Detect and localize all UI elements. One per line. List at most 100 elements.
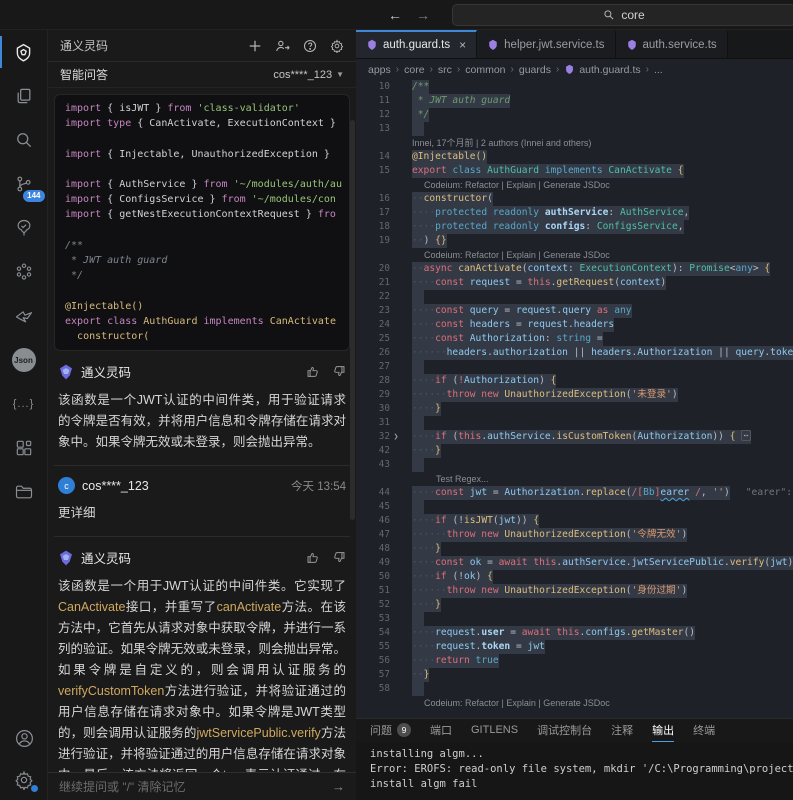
lingma-logo-icon [58,550,74,566]
tab-auth.guard.ts[interactable]: auth.guard.ts× [356,30,477,58]
codelens-row: Test Regex... [356,472,793,486]
code-line: 25····const Authorization: string = [356,332,793,346]
code-line: 51······throw new UnauthorizedException(… [356,584,793,598]
send-icon[interactable]: → [332,779,345,794]
breadcrumb-item-auth.guard.ts[interactable]: auth.guard.ts [564,64,640,76]
settings-badge-dot [31,785,38,792]
problems-count-badge: 9 [397,723,411,737]
thumbs-up-icon[interactable] [306,365,319,378]
thumbs-up-icon[interactable] [306,551,319,564]
code-line: 21····const request = this.getRequest(co… [356,276,793,290]
lingma-chat-panel: 通义灵码 智能问答 cos****_123▼ import { isJWT } … [48,30,356,800]
breadcrumb: apps›core›src›common›guards›auth.guard.t… [356,59,793,80]
activity-tree-check-icon[interactable] [0,206,48,250]
code-line: 23····const query = request.query as any [356,304,793,318]
account-icon[interactable] [0,716,48,760]
title-bar: ← → core [0,0,793,30]
code-line: 48····} [356,542,793,556]
code-line: 31 [356,416,793,430]
code-line: import { getNestExecutionContextRequest … [65,207,339,222]
panel-tab-端口[interactable]: 端口 [430,719,452,743]
panel-tab-注释[interactable]: 注释 [611,719,633,743]
breadcrumb-item-core[interactable]: core [404,64,424,76]
thumbs-down-icon[interactable] [333,551,346,564]
breadcrumb-item-apps[interactable]: apps [368,64,391,76]
activity-origami-icon[interactable] [0,294,48,338]
code-line: 16··constructor( [356,192,793,206]
panel-tab-调试控制台[interactable]: 调试控制台 [537,719,592,743]
panel-tab-GITLENS[interactable]: GITLENS [471,719,518,743]
code-line: 20··async canActivate(context: Execution… [356,262,793,276]
activity-explorer-icon[interactable] [0,74,48,118]
activity-json-icon[interactable]: Json [0,338,48,382]
code-line: 19··) {} [356,234,793,248]
command-search-box[interactable]: core [452,4,793,26]
chat-code-block: import { isJWT } from 'class-validator'i… [54,94,350,351]
share-profile-icon[interactable] [275,39,290,53]
activity-hex-dots-icon[interactable] [0,250,48,294]
code-line: 56····return true [356,654,793,668]
chat-message-list[interactable]: import { isJWT } from 'class-validator'i… [48,88,356,772]
code-line: 54····request.user = await this.configs.… [356,626,793,640]
code-line: constructor( [65,329,339,344]
chat-settings-gear-icon[interactable] [330,39,344,53]
typescript-file-icon [564,64,575,75]
fold-chevron-icon[interactable]: ❯ [390,430,402,444]
chat-scrollbar[interactable] [350,120,355,520]
code-line: 22 [356,290,793,304]
new-chat-icon[interactable] [248,39,262,53]
codelens-text[interactable]: Codeium: Refactor | Explain | Generate J… [412,248,610,262]
settings-gear-icon[interactable] [0,760,48,800]
code-line: 46····if (!isJWT(jwt)) { [356,514,793,528]
tab-auth.service.ts[interactable]: auth.service.ts [616,30,728,58]
code-line: import type { CanActivate, ExecutionCont… [65,116,339,131]
code-line: 43 [356,458,793,472]
codelens-row: Codeium: Refactor | Explain | Generate J… [356,178,793,192]
close-tab-icon[interactable]: × [459,38,466,52]
account-dropdown[interactable]: cos****_123▼ [273,69,344,81]
output-console[interactable]: installing algm...Error: EROFS: read-onl… [356,742,793,800]
typescript-file-icon [366,39,378,51]
code-line: 15export class AuthGuard implements CanA… [356,164,793,178]
assistant-message-text: 该函数是一个用于JWT认证的中间件类。它实现了CanActivate接口，并重写… [58,576,346,772]
code-line: 49····const ok = await this.authService.… [356,556,793,570]
code-line: 55····request.token = jwt [356,640,793,654]
thumbs-down-icon[interactable] [333,365,346,378]
panel-tab-终端[interactable]: 终端 [693,719,715,743]
message-timestamp: 今天 13:54 [291,478,346,494]
code-line: 24····const headers = request.headers [356,318,793,332]
code-line: * JWT auth guard [65,253,339,268]
panel-tab-输出[interactable]: 输出 [652,719,674,743]
nav-back-icon[interactable]: ← [388,7,402,23]
breadcrumb-item-common[interactable]: common [465,64,505,76]
code-line: 13 [356,122,793,136]
typescript-file-icon [487,39,499,51]
code-line [65,162,339,177]
user-name: cos****_123 [82,479,149,493]
code-line: import { AuthService } from '~/modules/a… [65,177,339,192]
code-line: 53 [356,612,793,626]
nav-forward-icon[interactable]: → [416,7,430,23]
breadcrumb-item-guards[interactable]: guards [519,64,551,76]
breadcrumb-item-src[interactable]: src [438,64,452,76]
codelens-text[interactable]: Test Regex... [412,472,489,486]
codelens-text[interactable]: Innei, 17个月前 | 2 authors (Innei and othe… [412,136,591,150]
help-icon[interactable] [303,39,317,53]
code-line: 57··} [356,668,793,682]
code-line: 44····const jwt = Authorization.replace(… [356,486,793,500]
panel-tab-问题[interactable]: 问题9 [370,719,411,743]
activity-search-icon[interactable] [0,118,48,162]
activity-braces-icon[interactable]: {...} [0,382,48,426]
codelens-text[interactable]: Codeium: Refactor | Explain | Generate J… [412,696,610,710]
activity-folder-icon[interactable] [0,470,48,514]
tab-helper.jwt.service.ts[interactable]: helper.jwt.service.ts [477,30,615,58]
chat-message-assistant-2: 通义灵码 该函数是一个用于JWT认证的中间件类。它实现了CanActivate接… [54,536,350,772]
activity-blocks-icon[interactable] [0,426,48,470]
code-editor[interactable]: 10/**11 * JWT auth guard12 */13 Innei, 1… [356,80,793,718]
chat-input[interactable]: 继续提问或 "/" 清除记忆 → [48,772,356,800]
activity-lingma-icon[interactable] [0,30,48,74]
codelens-text[interactable]: Codeium: Refactor | Explain | Generate J… [412,178,610,192]
chat-input-placeholder: 继续提问或 "/" 清除记忆 [59,778,186,795]
activity-source-control-icon[interactable]: 144 [0,162,48,206]
breadcrumb-item-...[interactable]: ... [654,64,663,76]
